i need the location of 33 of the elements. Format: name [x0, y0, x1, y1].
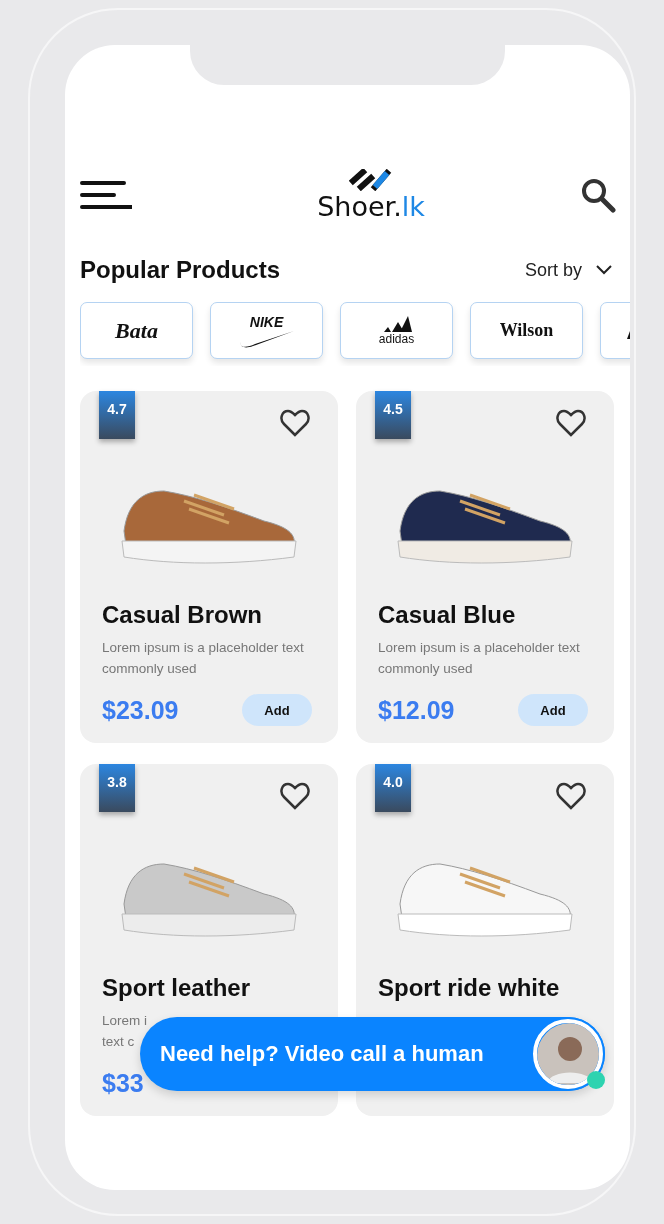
- heart-icon[interactable]: [280, 782, 310, 810]
- rating-badge: 3.8: [99, 764, 135, 812]
- brand-tile[interactable]: adidas: [340, 302, 453, 359]
- rating-badge: 4.7: [99, 391, 135, 439]
- logo-stripes-icon: [349, 168, 393, 191]
- menu-icon[interactable]: [80, 180, 132, 210]
- sort-dropdown[interactable]: Sort by: [524, 259, 612, 281]
- product-name: Casual Brown: [102, 601, 264, 629]
- chevron-down-icon: [596, 265, 612, 275]
- rating-badge: 4.5: [375, 391, 411, 439]
- add-button[interactable]: Add: [242, 694, 312, 726]
- heart-icon[interactable]: [280, 409, 310, 437]
- brand-tile[interactable]: Wilson: [470, 302, 583, 359]
- product-card[interactable]: 4.5 Casual Blue Lorem ipsum is a placeholder text commonly used $12.09 Add: [356, 391, 614, 743]
- avatar-icon: [533, 1019, 603, 1089]
- logo-text[interactable]: Shoer.lk: [317, 190, 425, 222]
- search-icon[interactable]: [580, 177, 616, 213]
- rating-badge: 4.0: [375, 764, 411, 812]
- product-name: Sport leather: [102, 974, 252, 1002]
- stripes-icon: [381, 315, 412, 332]
- add-button[interactable]: Add: [518, 694, 588, 726]
- product-price: $23.09: [102, 695, 179, 725]
- product-price: $12.09: [378, 695, 455, 725]
- section-title: Popular Products: [80, 256, 281, 284]
- product-name: Sport ride white: [378, 974, 561, 1002]
- brand-tile[interactable]: Bata: [80, 302, 193, 359]
- product-card[interactable]: 4.7 Casual Brown Lorem ipsum is a placeholder text commonly used $23.09 Add: [80, 391, 338, 743]
- product-name: Casual Blue: [378, 601, 517, 629]
- product-description: Lorem ipsum is a placeholder text commonly used: [102, 639, 305, 678]
- brand-tile[interactable]: NIKE: [210, 302, 323, 359]
- product-description: Lorem ipsum is a placeholder text commonly used: [378, 639, 581, 678]
- heart-icon[interactable]: [556, 782, 586, 810]
- heart-icon[interactable]: [556, 409, 586, 437]
